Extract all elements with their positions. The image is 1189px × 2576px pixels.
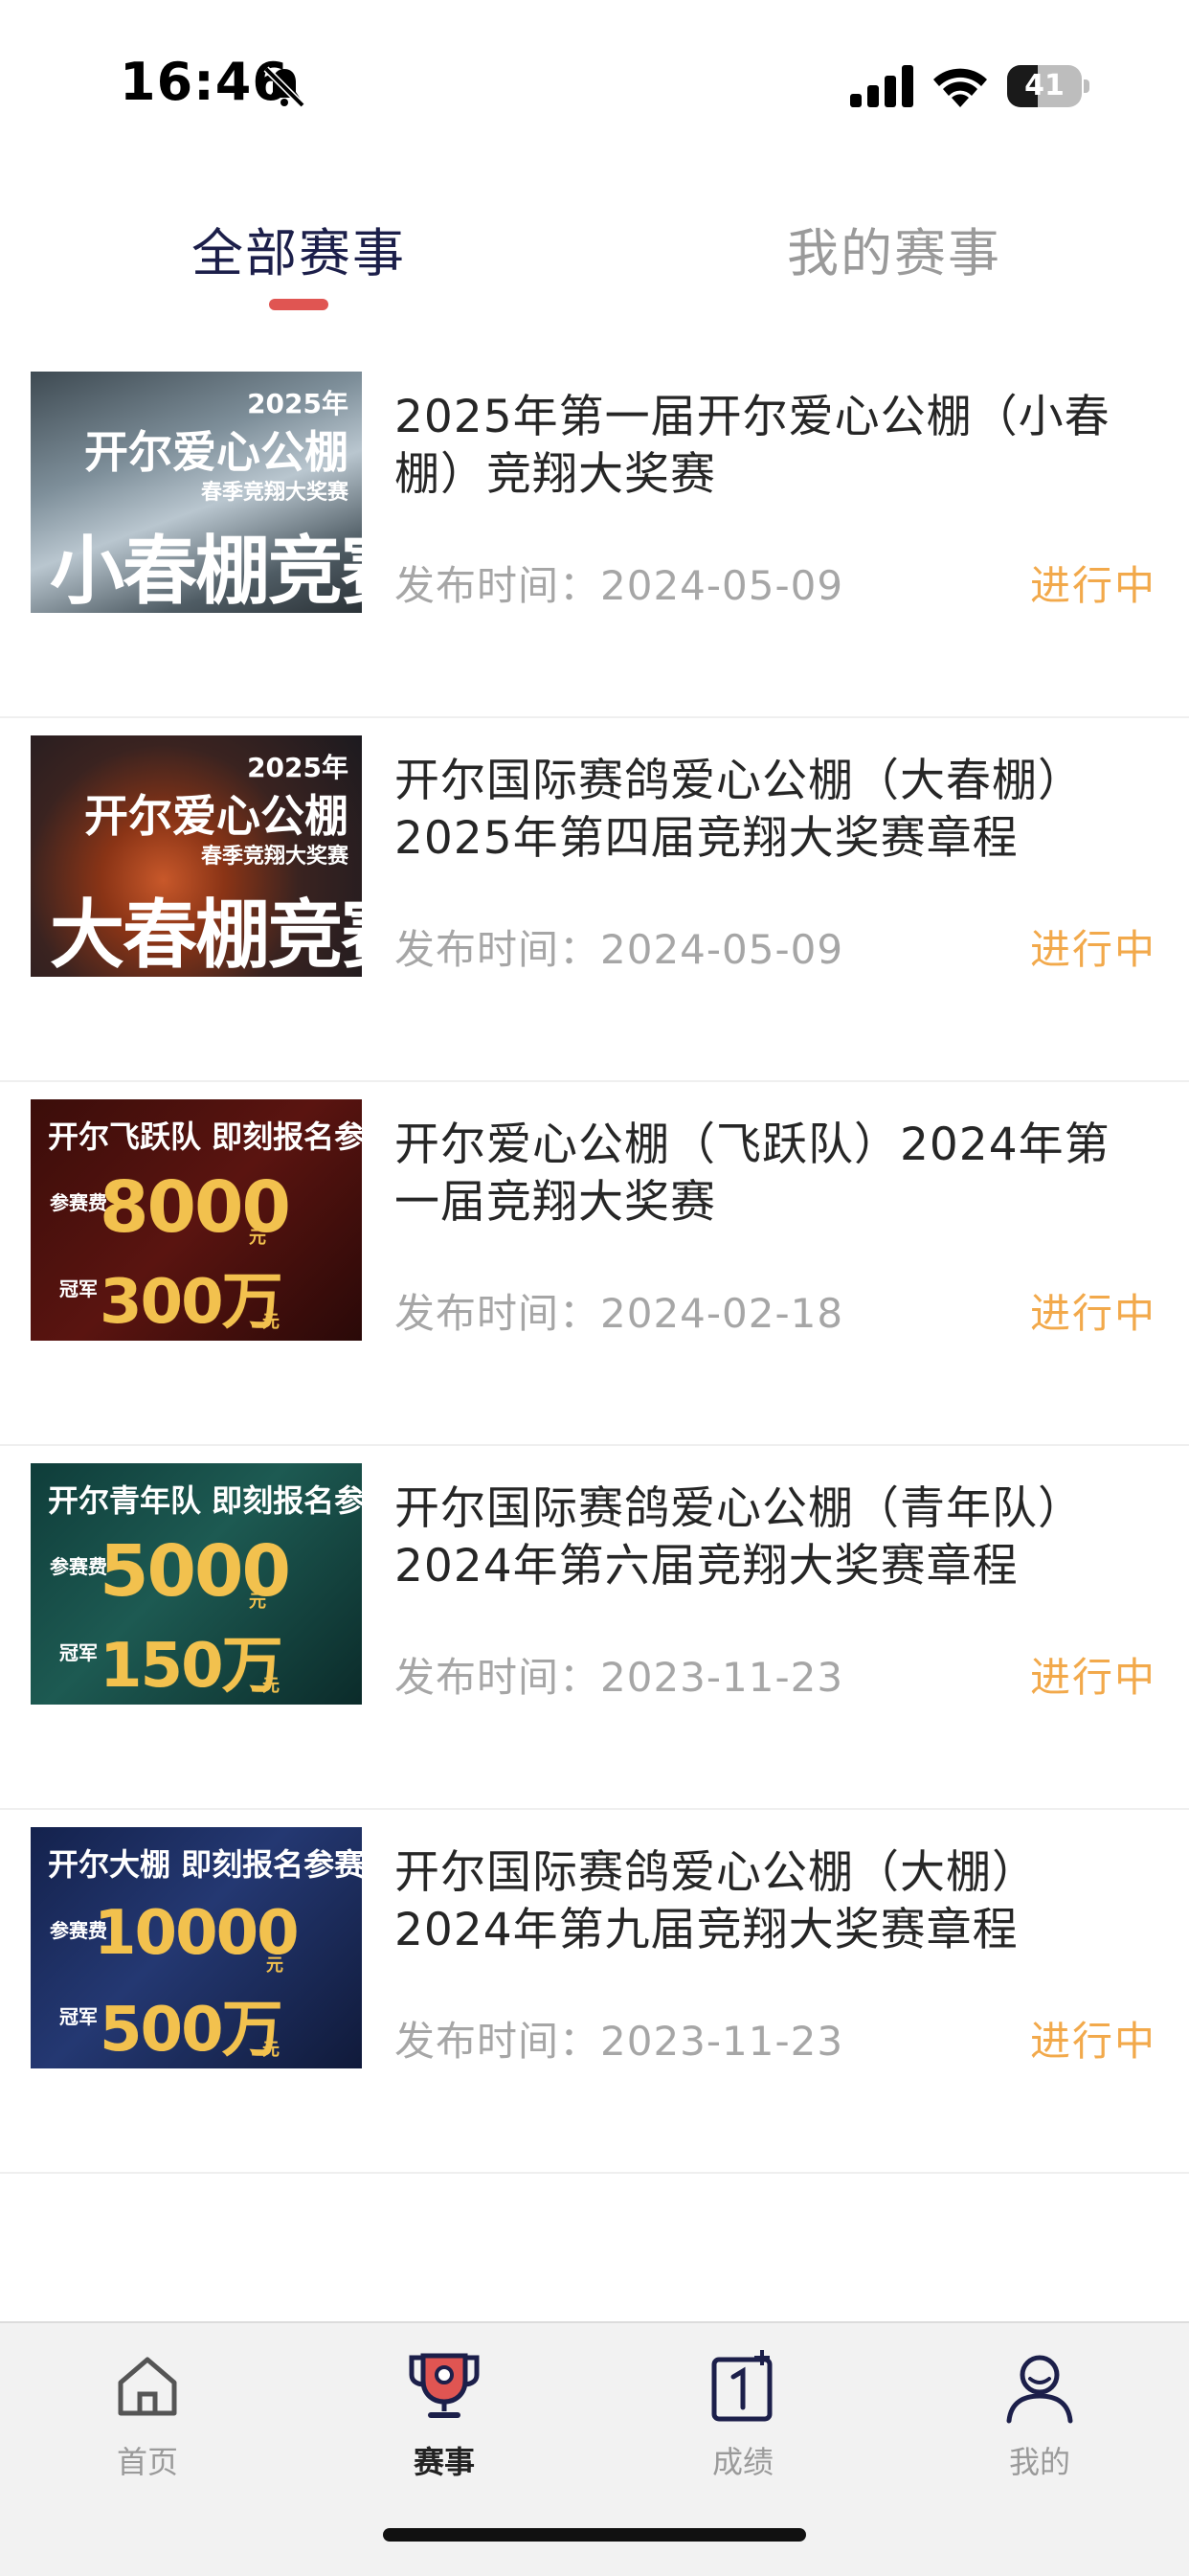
thumb-fee-unit: 元 (266, 1955, 283, 1976)
bell-muted-icon (263, 66, 305, 108)
event-status: 进行中 (1029, 2018, 1156, 2065)
publish-date: 2023-11-23 (600, 1654, 844, 1701)
thumb-line1: 开尔爱心公棚 (84, 790, 348, 842)
event-title[interactable]: 开尔爱心公棚（飞跃队）2024年第一届竞翔大奖赛 (394, 1117, 1151, 1232)
event-thumbnail: 2025年 开尔爱心公棚 春季竞翔大奖赛 小春棚竞赛规程 (31, 372, 362, 613)
event-title[interactable]: 2025年第一届开尔爱心公棚（小春棚）竞翔大奖赛 (394, 389, 1151, 504)
publish-time: 发布时间：2024-02-18 (394, 1281, 843, 1340)
thumb-prize-unit: 元 (262, 1676, 280, 1696)
nav-mine-label: 我的 (1008, 2444, 1070, 2480)
thumb-heading: 开尔青年队 即刻报名参赛 (48, 1482, 362, 1519)
publish-time: 发布时间：2024-05-09 (394, 917, 843, 976)
segment-tabs: 全部赛事 我的赛事 (0, 192, 1189, 316)
user-icon (1006, 2355, 1073, 2424)
battery-percent: 41 (1024, 69, 1065, 102)
event-thumbnail: 开尔飞跃队 即刻报名参赛 参赛费 8000 元 冠军 300万 元 (31, 1099, 362, 1341)
thumb-prize-unit: 元 (262, 2040, 280, 2060)
event-item[interactable]: 开尔飞跃队 即刻报名参赛 参赛费 8000 元 冠军 300万 元 开尔爱心公棚… (0, 1082, 1189, 1446)
home-indicator[interactable] (383, 2528, 806, 2542)
thumb-year: 2025年 (247, 752, 348, 783)
event-title[interactable]: 开尔国际赛鸽爱心公棚（青年队）2024年第六届竞翔大奖赛章程 (394, 1480, 1151, 1595)
tab-my-events[interactable]: 我的赛事 (787, 211, 1001, 286)
event-thumbnail: 2025年 开尔爱心公棚 春季竞翔大奖赛 大春棚竞赛规程 (31, 735, 362, 977)
publish-label: 发布时间： (394, 2018, 601, 2065)
thumb-prize: 500万 (100, 1995, 283, 2066)
thumb-heading: 开尔大棚 即刻报名参赛 (48, 1846, 362, 1883)
publish-date: 2024-02-18 (600, 1290, 844, 1337)
event-thumbnail: 开尔大棚 即刻报名参赛 参赛费 10000 元 冠军 500万 元 (31, 1827, 362, 2068)
thumb-line3: 大春棚竞赛规程 (50, 893, 362, 977)
tab-all-events[interactable]: 全部赛事 (191, 211, 406, 286)
trophy-icon (409, 2353, 480, 2418)
thumb-heading: 开尔飞跃队 即刻报名参赛 (48, 1119, 362, 1155)
active-tab-indicator (269, 299, 328, 310)
publish-label: 发布时间： (394, 1654, 601, 1701)
nav-events[interactable]: 赛事 (377, 2348, 511, 2501)
publish-time: 发布时间：2023-11-23 (394, 2009, 843, 2068)
thumb-champ-label: 冠军 (59, 2005, 98, 2028)
event-status: 进行中 (1029, 1654, 1156, 1701)
event-status: 进行中 (1029, 1290, 1156, 1337)
nav-home-label: 首页 (116, 2444, 178, 2480)
thumb-line2: 春季竞翔大奖赛 (200, 481, 348, 505)
thumb-prize: 150万 (100, 1631, 283, 1702)
cellular-signal-icon (850, 65, 913, 107)
event-item[interactable]: 2025年 开尔爱心公棚 春季竞翔大奖赛 大春棚竞赛规程 开尔国际赛鸽爱心公棚（… (0, 718, 1189, 1082)
event-item[interactable]: 开尔青年队 即刻报名参赛 参赛费 5000 元 冠军 150万 元 开尔国际赛鸽… (0, 1446, 1189, 1810)
battery-cap (1084, 79, 1089, 93)
thumb-line2: 春季竞翔大奖赛 (200, 845, 348, 869)
thumb-prize-unit: 元 (262, 1312, 280, 1332)
home-icon (118, 2357, 177, 2416)
publish-label: 发布时间： (394, 562, 601, 609)
event-title[interactable]: 开尔国际赛鸽爱心公棚（大春棚）2025年第四届竞翔大奖赛章程 (394, 753, 1151, 868)
thumb-fee-label: 参赛费 (50, 1555, 107, 1578)
nav-home[interactable]: 首页 (80, 2348, 214, 2501)
thumb-prize: 300万 (100, 1267, 283, 1338)
thumb-year: 2025年 (247, 388, 348, 419)
event-title[interactable]: 开尔国际赛鸽爱心公棚（大棚）2024年第九届竞翔大奖赛章程 (394, 1844, 1151, 1959)
event-list: 2025年 开尔爱心公棚 春季竞翔大奖赛 小春棚竞赛规程 2025年第一届开尔爱… (0, 354, 1189, 2174)
publish-time: 发布时间：2023-11-23 (394, 1645, 843, 1704)
status-bar: 16:46 41 (0, 0, 1189, 172)
battery-icon: 41 (1007, 65, 1089, 107)
thumb-champ-label: 冠军 (59, 1277, 98, 1300)
nav-scores[interactable]: 成绩 (676, 2348, 810, 2501)
publish-date: 2024-05-09 (600, 562, 844, 609)
nav-scores-label: 成绩 (711, 2444, 774, 2480)
thumb-line3: 小春棚竞赛规程 (50, 529, 362, 613)
publish-date: 2024-05-09 (600, 926, 844, 973)
thumb-fee-label: 参赛费 (50, 1191, 107, 1214)
thumb-fee-unit: 元 (249, 1228, 266, 1248)
nav-events-label: 赛事 (413, 2444, 475, 2480)
event-status: 进行中 (1029, 926, 1156, 973)
wifi-icon (933, 68, 987, 107)
event-thumbnail: 开尔青年队 即刻报名参赛 参赛费 5000 元 冠军 150万 元 (31, 1463, 362, 1705)
event-status: 进行中 (1029, 562, 1156, 609)
publish-label: 发布时间： (394, 1290, 601, 1337)
score-icon (711, 2350, 773, 2422)
event-item[interactable]: 开尔大棚 即刻报名参赛 参赛费 10000 元 冠军 500万 元 开尔国际赛鸽… (0, 1810, 1189, 2174)
publish-date: 2023-11-23 (600, 2018, 844, 2065)
publish-time: 发布时间：2024-05-09 (394, 554, 843, 612)
nav-mine[interactable]: 我的 (973, 2348, 1107, 2501)
thumb-champ-label: 冠军 (59, 1641, 98, 1664)
event-item[interactable]: 2025年 开尔爱心公棚 春季竞翔大奖赛 小春棚竞赛规程 2025年第一届开尔爱… (0, 354, 1189, 718)
thumb-line1: 开尔爱心公棚 (84, 426, 348, 478)
thumb-fee-unit: 元 (249, 1592, 266, 1612)
publish-label: 发布时间： (394, 926, 601, 973)
